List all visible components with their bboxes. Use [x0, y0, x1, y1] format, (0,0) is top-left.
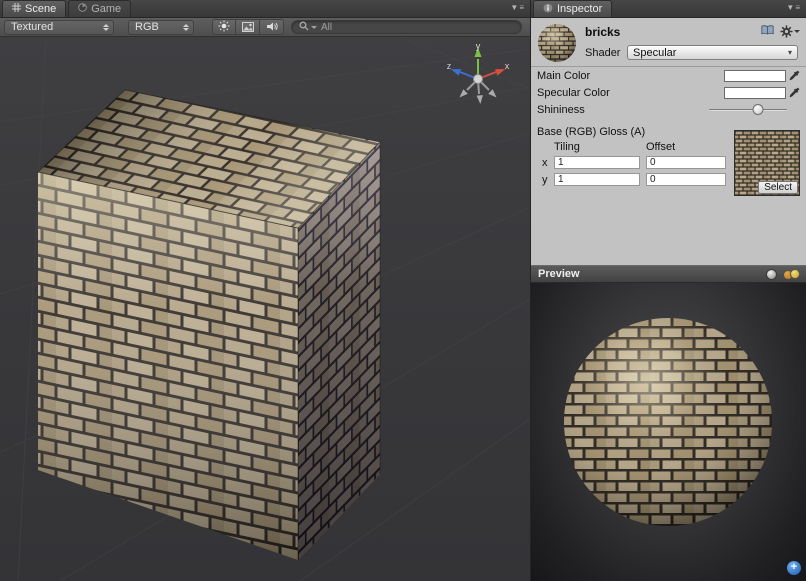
sun-icon: [218, 20, 230, 35]
axis-y-label: y: [542, 174, 554, 186]
draw-mode-dropdown[interactable]: Textured: [4, 20, 114, 35]
audio-toggle-button[interactable]: [260, 19, 284, 35]
scene-viewport[interactable]: y x z: [0, 37, 530, 581]
material-header: bricks Shader Specular ▾: [531, 18, 806, 67]
specular-color-row: Specular Color: [531, 84, 806, 101]
shininess-label: Shininess: [537, 104, 709, 116]
shininess-slider[interactable]: [709, 103, 787, 117]
tiling-x-input[interactable]: [554, 156, 640, 169]
tab-game-label: Game: [91, 3, 121, 15]
popup-arrows-icon: [183, 24, 189, 31]
shader-label: Shader: [585, 47, 625, 59]
specular-color-swatch[interactable]: [724, 87, 786, 99]
pane-menu-icon[interactable]: ▼≡: [510, 3, 525, 12]
chevron-down-icon: ▾: [788, 48, 792, 57]
search-icon: [299, 18, 309, 36]
shininess-row: Shininess: [531, 101, 806, 118]
tab-scene[interactable]: Scene: [2, 0, 66, 17]
eyedropper-icon[interactable]: [789, 87, 800, 99]
scene-toolbar: Textured RGB: [0, 18, 530, 37]
scene-pane: Scene Game ▼≡ Textured RGB: [0, 0, 530, 581]
tab-scene-label: Scene: [25, 3, 56, 15]
shader-dropdown[interactable]: Specular ▾: [627, 45, 798, 60]
scene-toggle-group: [212, 19, 284, 35]
pane-menu-icon[interactable]: ▼≡: [786, 3, 801, 12]
inspector-body: bricks Shader Specular ▾: [531, 18, 806, 265]
tiling-y-input[interactable]: [554, 173, 640, 186]
gizmo-x-label: x: [505, 61, 510, 71]
popup-arrows-icon: [103, 24, 109, 31]
search-text: All: [321, 22, 332, 33]
offset-y-input[interactable]: [646, 173, 726, 186]
gizmo-y-label: y: [476, 41, 481, 51]
offset-x-input[interactable]: [646, 156, 726, 169]
tab-game[interactable]: Game: [68, 0, 131, 17]
game-icon: [78, 3, 87, 15]
material-preview-area[interactable]: +: [531, 283, 806, 581]
tiling-header: Tiling: [554, 141, 646, 153]
image-icon: [242, 20, 254, 35]
main-color-row: Main Color: [531, 67, 806, 84]
tab-inspector[interactable]: Inspector: [533, 0, 612, 17]
axis-x-label: x: [542, 157, 554, 169]
render-mode-dropdown[interactable]: RGB: [128, 20, 194, 35]
inspector-icon: [543, 3, 553, 16]
eyedropper-icon[interactable]: [789, 70, 800, 82]
tab-inspector-label: Inspector: [557, 3, 602, 15]
render-mode-value: RGB: [135, 21, 159, 33]
preview-lighting-icon[interactable]: [784, 269, 799, 280]
blue-plus-icon[interactable]: +: [787, 561, 801, 575]
preview-title: Preview: [538, 268, 580, 280]
scene-3d-canvas: [0, 37, 530, 581]
preview-sphere-icon[interactable]: [766, 269, 777, 280]
draw-mode-value: Textured: [11, 21, 53, 33]
scene-tabstrip: Scene Game ▼≡: [0, 0, 530, 18]
speaker-icon: [266, 20, 278, 35]
inspector-pane: Inspector ▼≡: [531, 0, 806, 581]
main-color-label: Main Color: [537, 70, 724, 82]
shader-value: Specular: [633, 47, 676, 59]
skybox-toggle-button[interactable]: [236, 19, 260, 35]
gear-icon[interactable]: [780, 25, 800, 38]
shininess-slider-thumb[interactable]: [753, 104, 764, 115]
gear-caret-icon: [794, 30, 800, 33]
preview-sphere: [562, 316, 774, 528]
scene-search-input[interactable]: All: [291, 20, 522, 34]
offset-header: Offset: [646, 141, 675, 153]
inspector-tabstrip: Inspector ▼≡: [531, 0, 806, 18]
grid-icon: [12, 3, 21, 15]
scene-gizmo[interactable]: y x z: [440, 41, 516, 115]
preview-header[interactable]: Preview: [531, 265, 806, 283]
texture-thumbnail[interactable]: Select: [734, 130, 800, 196]
slider-track[interactable]: [709, 109, 787, 111]
search-filter-caret-icon[interactable]: [311, 26, 317, 29]
lighting-toggle-button[interactable]: [212, 19, 236, 35]
gizmo-z-label: z: [447, 61, 452, 71]
specular-color-label: Specular Color: [537, 87, 724, 99]
unity-editor-window: Scene Game ▼≡ Textured RGB: [0, 0, 806, 581]
brick-cube: [38, 90, 380, 560]
help-book-icon[interactable]: [761, 25, 774, 38]
main-color-swatch[interactable]: [724, 70, 786, 82]
material-preview-ball: [537, 23, 577, 63]
texture-select-button[interactable]: Select: [758, 181, 798, 194]
